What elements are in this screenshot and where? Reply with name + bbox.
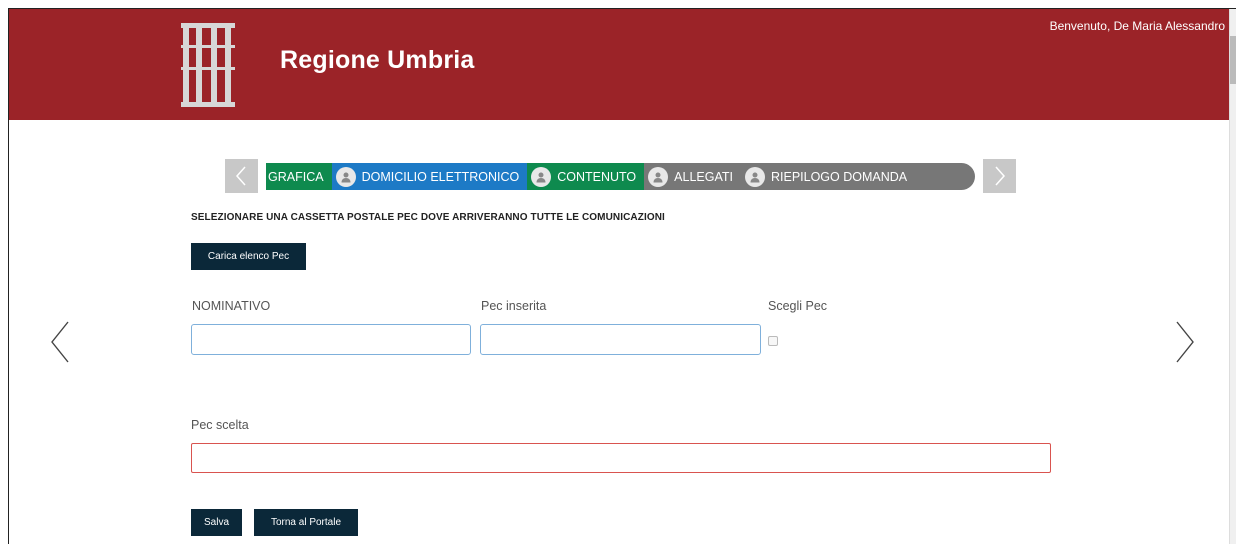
scrollbar-thumb[interactable] xyxy=(1230,36,1236,84)
brand-title: Regione Umbria xyxy=(280,46,475,74)
carousel-prev-arrow-icon[interactable] xyxy=(46,317,76,367)
pec-scelta-label: Pec scelta xyxy=(191,418,249,432)
nominativo-label: NOMINATIVO xyxy=(192,299,271,313)
person-icon xyxy=(531,166,552,187)
step-label: CONTENUTO xyxy=(557,169,637,184)
step-domicilio-elettronico[interactable]: DOMICILIO ELETTRONICO xyxy=(331,163,528,190)
step-label: GRAFICA xyxy=(268,169,324,184)
browser-frame: Regione Umbria Benvenuto, De Maria Aless… xyxy=(8,8,1236,544)
step-label: RIEPILOGO DOMANDA xyxy=(770,169,908,184)
site-header: Regione Umbria Benvenuto, De Maria Aless… xyxy=(9,9,1229,120)
chevron-left-icon xyxy=(235,166,246,186)
step-riepilogo-domanda[interactable]: RIEPILOGO DOMANDA xyxy=(740,163,975,190)
pec-inserita-field[interactable] xyxy=(480,324,761,355)
pec-inserita-label: Pec inserita xyxy=(481,299,547,313)
load-pec-list-button[interactable]: Carica elenco Pec xyxy=(191,243,306,270)
person-icon xyxy=(744,166,765,187)
save-button[interactable]: Salva xyxy=(191,509,242,536)
vertical-scrollbar[interactable] xyxy=(1229,9,1236,544)
step-allegati[interactable]: ALLEGATI xyxy=(644,163,741,190)
pec-scelta-field[interactable] xyxy=(191,443,1051,473)
scegli-pec-checkbox[interactable] xyxy=(768,336,778,346)
back-to-portal-button[interactable]: Torna al Portale xyxy=(254,509,358,536)
carousel-next-arrow-icon[interactable] xyxy=(1169,317,1199,367)
step-label: ALLEGATI xyxy=(674,169,733,184)
regione-umbria-logo-icon xyxy=(181,23,235,107)
nominativo-field[interactable] xyxy=(191,324,471,355)
step-label: DOMICILIO ELETTRONICO xyxy=(361,169,520,184)
scegli-pec-label: Scegli Pec xyxy=(768,299,828,313)
steps-next-button[interactable] xyxy=(983,159,1016,193)
step-grafica[interactable]: GRAFICA xyxy=(266,163,332,190)
person-icon xyxy=(335,166,356,187)
chevron-right-icon xyxy=(995,166,1006,186)
person-icon xyxy=(648,166,669,187)
step-contenuto[interactable]: CONTENUTO xyxy=(527,163,645,190)
pec-instruction: SELEZIONARE UNA CASSETTA POSTALE PEC DOV… xyxy=(191,212,665,223)
steps-prev-button[interactable] xyxy=(225,159,258,193)
welcome-user: Benvenuto, De Maria Alessandro xyxy=(1049,19,1225,33)
wizard-steps: GRAFICA DOMICILIO ELETTRONICO CONTENUTO … xyxy=(266,163,975,190)
